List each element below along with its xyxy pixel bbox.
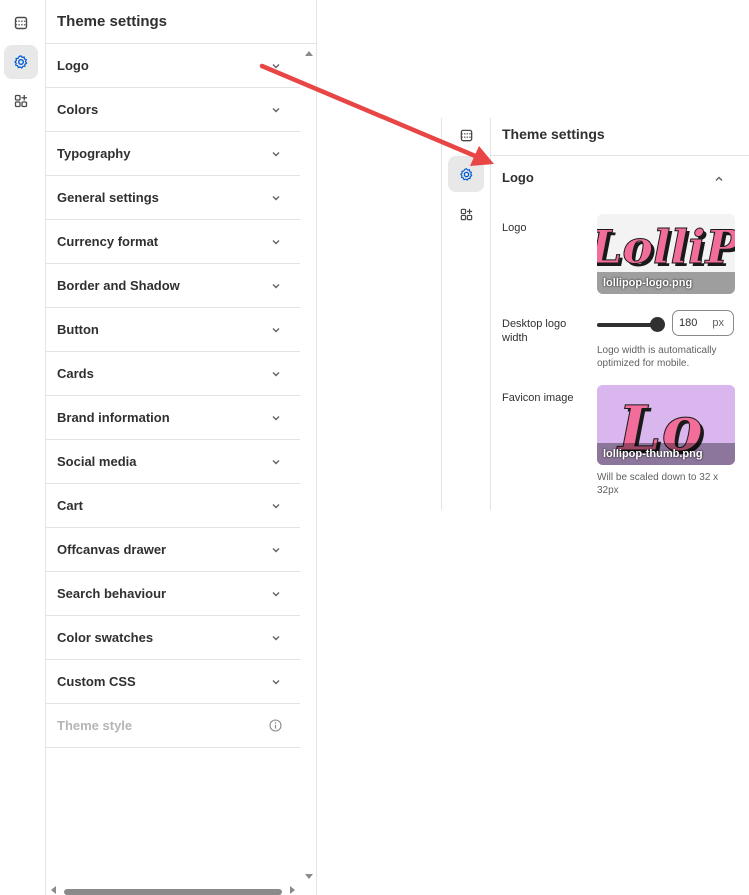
chevron-down-icon: [272, 195, 280, 200]
settings-item-label: Border and Shadow: [57, 278, 180, 293]
chevron-down-icon: [272, 107, 280, 112]
favicon-help: Will be scaled down to 32 x 32px: [597, 472, 719, 496]
chevron-down-icon: [272, 415, 280, 420]
scroll-left-arrow-icon[interactable]: [49, 885, 57, 895]
gear-icon[interactable]: [448, 156, 484, 192]
chevron-down-icon: [272, 635, 280, 640]
settings-item-button[interactable]: Button: [46, 308, 300, 352]
settings-item-label: Theme style: [57, 718, 133, 733]
sections-icon[interactable]: [448, 117, 484, 153]
settings-item-typography[interactable]: Typography: [46, 132, 300, 176]
apps-add-icon[interactable]: [4, 84, 38, 118]
chevron-up-icon[interactable]: [713, 173, 725, 185]
theme-settings-panel: Theme settings Logo Colors Typography Ge…: [46, 0, 317, 895]
inset-icon-rail: [441, 118, 491, 510]
logo-settings-inset: Theme settings Logo Logo LolliPop LolliP…: [441, 118, 749, 510]
logo-image-picker[interactable]: LolliPop LolliPop lollipop-logo.png: [597, 214, 735, 294]
logo-width-slider-knob[interactable]: [650, 317, 665, 332]
settings-item-search-behaviour[interactable]: Search behaviour: [46, 572, 300, 616]
chevron-down-icon: [272, 547, 280, 552]
logo-image-text-overlay: LolliPop: [597, 220, 735, 274]
settings-item-custom-css[interactable]: Custom CSS: [46, 660, 300, 704]
logo-width-unit: px: [712, 317, 724, 329]
chevron-down-icon: [272, 591, 280, 596]
logo-width-label: Desktop logo width: [502, 318, 567, 344]
scroll-down-arrow-icon[interactable]: [304, 873, 314, 881]
logo-width-help: Logo width is automatically optimized fo…: [597, 345, 717, 369]
favicon-image-picker[interactable]: Lo Lo lollipop-thumb.png: [597, 385, 735, 465]
horizontal-scrollbar[interactable]: [46, 883, 300, 895]
chevron-down-icon: [272, 151, 280, 156]
settings-item-label: General settings: [57, 190, 159, 205]
gear-icon[interactable]: [4, 45, 38, 79]
chevron-down-icon: [272, 503, 280, 508]
logo-width-slider-track[interactable]: [597, 323, 657, 327]
logo-width-value: 180: [679, 317, 698, 329]
settings-item-general-settings[interactable]: General settings: [46, 176, 300, 220]
settings-item-cart[interactable]: Cart: [46, 484, 300, 528]
logo-field-label: Logo: [502, 222, 527, 234]
settings-item-label: Custom CSS: [57, 674, 136, 689]
section-heading-logo[interactable]: Logo: [502, 170, 534, 185]
scroll-up-arrow-icon[interactable]: [304, 49, 314, 57]
logo-width-input[interactable]: 180 px: [672, 310, 734, 336]
settings-item-label: Colors: [57, 102, 99, 117]
settings-item-logo[interactable]: Logo: [46, 44, 300, 88]
settings-item-cards[interactable]: Cards: [46, 352, 300, 396]
settings-item-offcanvas-drawer[interactable]: Offcanvas drawer: [46, 528, 300, 572]
settings-item-label: Cards: [57, 366, 94, 381]
settings-item-label: Offcanvas drawer: [57, 542, 167, 557]
chevron-down-icon: [272, 239, 280, 244]
settings-item-social-media[interactable]: Social media: [46, 440, 300, 484]
panel-title: Theme settings: [57, 13, 168, 30]
settings-item-theme-style: Theme style: [46, 704, 300, 748]
chevron-down-icon: [272, 371, 280, 376]
settings-item-label: Typography: [57, 146, 131, 161]
settings-item-border-and-shadow[interactable]: Border and Shadow: [46, 264, 300, 308]
settings-item-color-swatches[interactable]: Color swatches: [46, 616, 300, 660]
divider: [490, 155, 749, 156]
favicon-field-label: Favicon image: [502, 392, 574, 404]
sections-icon[interactable]: [4, 6, 38, 40]
settings-item-colors[interactable]: Colors: [46, 88, 300, 132]
chevron-down-icon: [272, 63, 280, 68]
chevron-down-icon: [272, 283, 280, 288]
inset-title: Theme settings: [502, 126, 605, 142]
settings-item-brand-information[interactable]: Brand information: [46, 396, 300, 440]
settings-item-label: Search behaviour: [57, 586, 167, 601]
vertical-scrollbar[interactable]: [302, 44, 316, 889]
apps-add-icon[interactable]: [448, 196, 484, 232]
scroll-right-arrow-icon[interactable]: [289, 885, 297, 895]
left-icon-rail: [0, 0, 46, 895]
logo-filename: lollipop-logo.png: [603, 277, 693, 289]
settings-list: Logo Colors Typography General settings …: [46, 44, 300, 748]
settings-item-label: Social media: [57, 454, 137, 469]
chevron-down-icon: [272, 327, 280, 332]
chevron-down-icon: [272, 679, 280, 684]
settings-item-label: Logo: [57, 58, 89, 73]
favicon-filename: lollipop-thumb.png: [603, 448, 703, 460]
settings-item-label: Currency format: [57, 234, 159, 249]
horizontal-scroll-thumb[interactable]: [64, 889, 282, 895]
settings-item-label: Cart: [57, 498, 84, 513]
settings-item-label: Button: [57, 322, 99, 337]
chevron-down-icon: [272, 459, 280, 464]
settings-item-label: Color swatches: [57, 630, 154, 645]
settings-item-label: Brand information: [57, 410, 170, 425]
settings-item-currency-format[interactable]: Currency format: [46, 220, 300, 264]
info-icon[interactable]: [269, 719, 282, 732]
